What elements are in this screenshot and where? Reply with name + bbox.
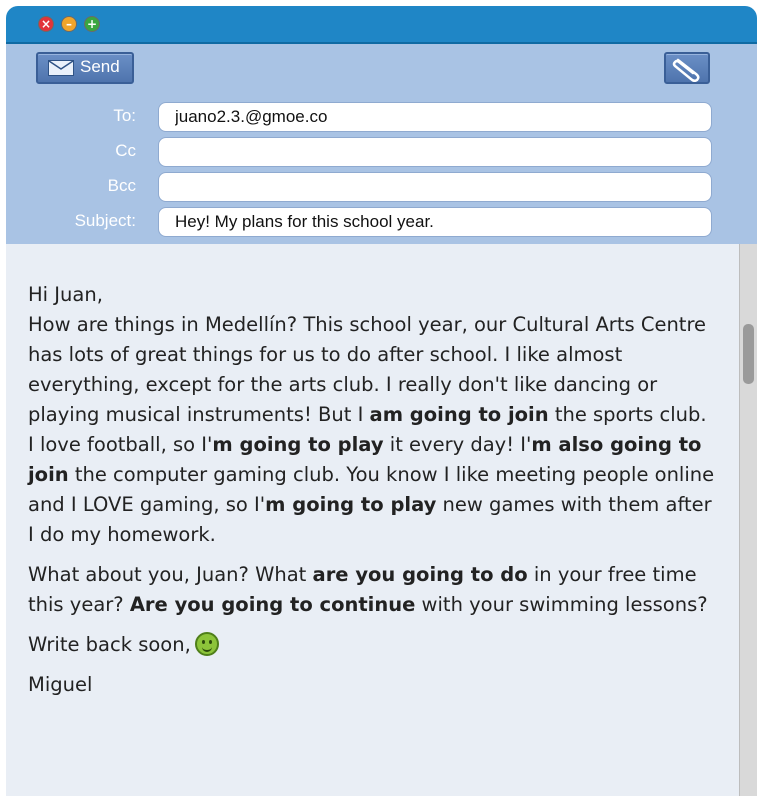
subject-field[interactable] [158, 207, 712, 237]
envelope-icon [48, 60, 74, 76]
message-paragraph-1: Hi Juan, How are things in Medellín? Thi… [28, 280, 718, 550]
message-text: What about you, Juan? What [28, 563, 313, 586]
message-bold: m going to play [265, 493, 437, 516]
title-bar: × – + [6, 6, 757, 44]
to-row: To: [6, 102, 757, 132]
attach-button[interactable] [664, 52, 710, 84]
bcc-field[interactable] [158, 172, 712, 202]
subject-row: Subject: [6, 207, 757, 237]
greeting: Hi Juan, [28, 283, 103, 306]
close-icon[interactable]: × [38, 16, 54, 32]
send-label: Send [80, 57, 120, 76]
message-text: with your swimming lessons? [415, 593, 708, 616]
message-body[interactable]: Hi Juan, How are things in Medellín? Thi… [6, 244, 739, 796]
bcc-label: Bcc [107, 176, 136, 195]
cc-label: Cc [115, 141, 136, 160]
to-field[interactable] [158, 102, 712, 132]
message-bold: am going to join [369, 403, 549, 426]
signoff: Write back soon, [28, 633, 191, 656]
vertical-scrollbar[interactable] [739, 244, 757, 796]
to-label: To: [113, 106, 136, 125]
bcc-row: Bcc [6, 172, 757, 202]
maximize-icon[interactable]: + [84, 16, 100, 32]
send-button[interactable]: Send [36, 52, 134, 84]
signoff-line: Write back soon, [28, 630, 718, 660]
message-paragraph-2: What about you, Juan? What are you going… [28, 560, 718, 620]
message-text: it every day! I' [383, 433, 532, 456]
minimize-icon[interactable]: – [61, 16, 77, 32]
email-window: × – + Send To: Cc Bcc [6, 6, 757, 796]
message-bold: Are you going to continue [129, 593, 416, 616]
smiley-icon [194, 632, 219, 656]
message-bold: m going to play [212, 433, 384, 456]
compose-header: Send To: Cc Bcc Subject: [6, 44, 757, 244]
subject-label: Subject: [74, 211, 136, 230]
cc-field[interactable] [158, 137, 712, 167]
signature: Miguel [28, 673, 93, 696]
paperclip-icon [672, 58, 700, 82]
message-bold: are you going to do [312, 563, 528, 586]
scrollbar-thumb[interactable] [743, 324, 754, 384]
cc-row: Cc [6, 137, 757, 167]
